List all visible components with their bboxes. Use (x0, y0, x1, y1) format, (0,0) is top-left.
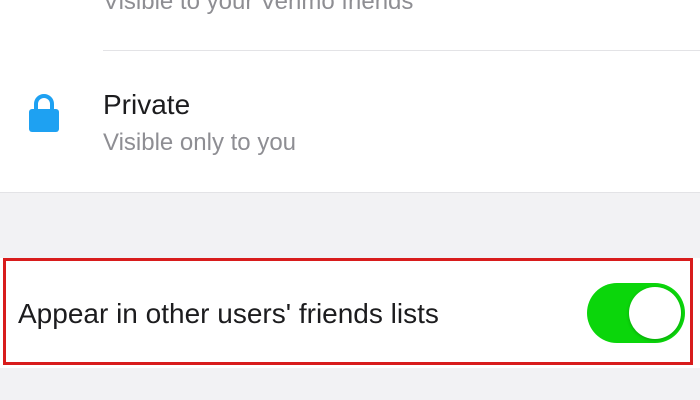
friends-list-toggle-switch[interactable] (587, 283, 685, 343)
toggle-knob (629, 287, 681, 339)
friends-list-toggle-label: Appear in other users' friends lists (18, 298, 439, 329)
private-option-title: Private (103, 89, 191, 120)
bottom-spacer (0, 368, 700, 400)
private-option-subtitle: Visible only to you (103, 129, 297, 156)
friends-list-toggle-row: Appear in other users' friends lists (0, 258, 700, 368)
friends-option-subtitle: Visible to your Venmo friends (103, 0, 414, 15)
private-option-row[interactable]: Private Visible only to you (0, 51, 700, 192)
privacy-options-card: Visible to your Venmo friends Private Vi… (0, 0, 700, 193)
lock-icon (29, 94, 59, 132)
